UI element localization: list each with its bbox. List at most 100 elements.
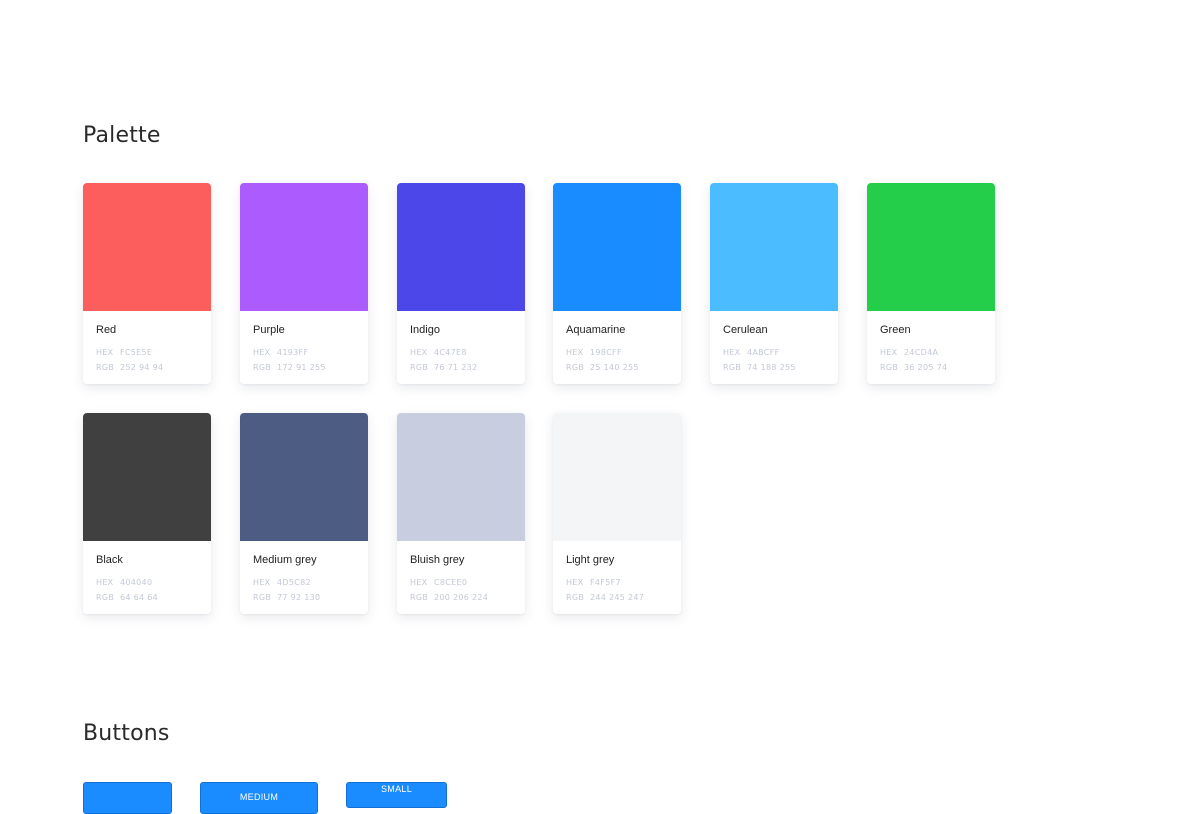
rgb-value: 252 94 94 <box>120 363 164 372</box>
swatch-name: Indigo <box>410 324 440 336</box>
palette-heading: Palette <box>83 123 161 148</box>
hex-label: HEX <box>880 348 898 357</box>
rgb-label: RGB <box>96 593 115 602</box>
swatch-name: Light grey <box>566 554 615 566</box>
swatch-hex: HEX 404040 <box>96 575 198 590</box>
swatch-info: Medium grey HEX 4D5C82 RGB 77 92 130 <box>240 541 368 605</box>
swatch-name: Bluish grey <box>410 554 465 566</box>
swatch-info: Bluish grey HEX C8CEE0 RGB 200 206 224 <box>397 541 525 605</box>
swatch-name: Red <box>96 324 117 336</box>
swatch-info: Aquamarine HEX 198CFF RGB 25 140 255 <box>553 311 681 375</box>
swatch-color <box>553 183 681 311</box>
hex-value: 24CD4A <box>904 348 939 357</box>
hex-value: 404040 <box>120 578 153 587</box>
swatch-name: Cerulean <box>723 324 768 336</box>
hex-label: HEX <box>253 348 271 357</box>
swatch-hex: HEX 4C47E8 <box>410 345 512 360</box>
large-button[interactable] <box>83 782 172 814</box>
rgb-label: RGB <box>96 363 115 372</box>
palette-grid: Red HEX FC5E5E RGB 252 94 94 Purple HEX 4193FF R… <box>83 183 1023 623</box>
rgb-value: 200 206 224 <box>434 593 489 602</box>
swatch-name: Green <box>880 324 911 336</box>
swatch-rgb: RGB 244 245 247 <box>566 590 668 605</box>
swatch-rgb: RGB 172 91 255 <box>253 360 355 375</box>
hex-value: FC5E5E <box>120 348 153 357</box>
rgb-value: 77 92 130 <box>277 593 321 602</box>
rgb-label: RGB <box>723 363 742 372</box>
swatch-name: Black <box>96 554 123 566</box>
swatch-info: Red HEX FC5E5E RGB 252 94 94 <box>83 311 211 375</box>
swatch-card-bluish-grey[interactable]: Bluish grey HEX C8CEE0 RGB 200 206 224 <box>397 413 525 614</box>
swatch-info: Green HEX 24CD4A RGB 36 205 74 <box>867 311 995 375</box>
swatch-color <box>83 413 211 541</box>
rgb-label: RGB <box>253 363 272 372</box>
rgb-label: RGB <box>253 593 272 602</box>
hex-label: HEX <box>96 578 114 587</box>
swatch-card-black[interactable]: Black HEX 404040 RGB 64 64 64 <box>83 413 211 614</box>
small-button-label: SMALL <box>380 784 412 794</box>
swatch-card-medium-grey[interactable]: Medium grey HEX 4D5C82 RGB 77 92 130 <box>240 413 368 614</box>
hex-value: 4C47E8 <box>434 348 467 357</box>
swatch-hex: HEX C8CEE0 <box>410 575 512 590</box>
swatch-rgb: RGB 25 140 255 <box>566 360 668 375</box>
hex-label: HEX <box>410 578 428 587</box>
swatch-hex: HEX 198CFF <box>566 345 668 360</box>
rgb-value: 64 64 64 <box>120 593 159 602</box>
swatch-card-aquamarine[interactable]: Aquamarine HEX 198CFF RGB 25 140 255 <box>553 183 681 384</box>
medium-button-label: MEDIUM <box>239 792 279 802</box>
rgb-value: 25 140 255 <box>590 363 639 372</box>
swatch-color <box>397 413 525 541</box>
rgb-label: RGB <box>410 593 429 602</box>
swatch-rgb: RGB 252 94 94 <box>96 360 198 375</box>
swatch-info: Cerulean HEX 4ABCFF RGB 74 188 255 <box>710 311 838 375</box>
swatch-card-light-grey[interactable]: Light grey HEX F4F5F7 RGB 244 245 247 <box>553 413 681 614</box>
swatch-card-cerulean[interactable]: Cerulean HEX 4ABCFF RGB 74 188 255 <box>710 183 838 384</box>
rgb-value: 244 245 247 <box>590 593 645 602</box>
swatch-info: Black HEX 404040 RGB 64 64 64 <box>83 541 211 605</box>
swatch-hex: HEX 4193FF <box>253 345 355 360</box>
swatch-card-purple[interactable]: Purple HEX 4193FF RGB 172 91 255 <box>240 183 368 384</box>
swatch-rgb: RGB 74 188 255 <box>723 360 825 375</box>
medium-button[interactable]: MEDIUM <box>200 782 318 814</box>
hex-label: HEX <box>253 578 271 587</box>
buttons-heading: Buttons <box>83 721 170 746</box>
hex-value: F4F5F7 <box>590 578 621 587</box>
swatch-color <box>397 183 525 311</box>
swatch-rgb: RGB 76 71 232 <box>410 360 512 375</box>
swatch-rgb: RGB 36 205 74 <box>880 360 982 375</box>
swatch-hex: HEX FC5E5E <box>96 345 198 360</box>
rgb-value: 74 188 255 <box>747 363 796 372</box>
small-button[interactable]: SMALL <box>346 782 447 808</box>
hex-value: 198CFF <box>590 348 622 357</box>
swatch-color <box>240 413 368 541</box>
rgb-value: 76 71 232 <box>434 363 478 372</box>
rgb-label: RGB <box>566 593 585 602</box>
hex-label: HEX <box>566 578 584 587</box>
rgb-value: 36 205 74 <box>904 363 948 372</box>
swatch-hex: HEX F4F5F7 <box>566 575 668 590</box>
hex-label: HEX <box>566 348 584 357</box>
rgb-value: 172 91 255 <box>277 363 326 372</box>
swatch-color <box>867 183 995 311</box>
swatch-rgb: RGB 77 92 130 <box>253 590 355 605</box>
swatch-color <box>83 183 211 311</box>
swatch-name: Medium grey <box>253 554 317 566</box>
swatch-rgb: RGB 64 64 64 <box>96 590 198 605</box>
swatch-card-red[interactable]: Red HEX FC5E5E RGB 252 94 94 <box>83 183 211 384</box>
swatch-color <box>710 183 838 311</box>
hex-value: 4ABCFF <box>747 348 780 357</box>
swatch-card-green[interactable]: Green HEX 24CD4A RGB 36 205 74 <box>867 183 995 384</box>
hex-label: HEX <box>410 348 428 357</box>
rgb-label: RGB <box>566 363 585 372</box>
swatch-name: Purple <box>253 324 285 336</box>
hex-label: HEX <box>96 348 114 357</box>
hex-value: 4193FF <box>277 348 309 357</box>
swatch-card-indigo[interactable]: Indigo HEX 4C47E8 RGB 76 71 232 <box>397 183 525 384</box>
swatch-info: Purple HEX 4193FF RGB 172 91 255 <box>240 311 368 375</box>
hex-label: HEX <box>723 348 741 357</box>
swatch-info: Indigo HEX 4C47E8 RGB 76 71 232 <box>397 311 525 375</box>
swatch-color <box>553 413 681 541</box>
hex-value: 4D5C82 <box>277 578 311 587</box>
swatch-hex: HEX 4ABCFF <box>723 345 825 360</box>
rgb-label: RGB <box>880 363 899 372</box>
